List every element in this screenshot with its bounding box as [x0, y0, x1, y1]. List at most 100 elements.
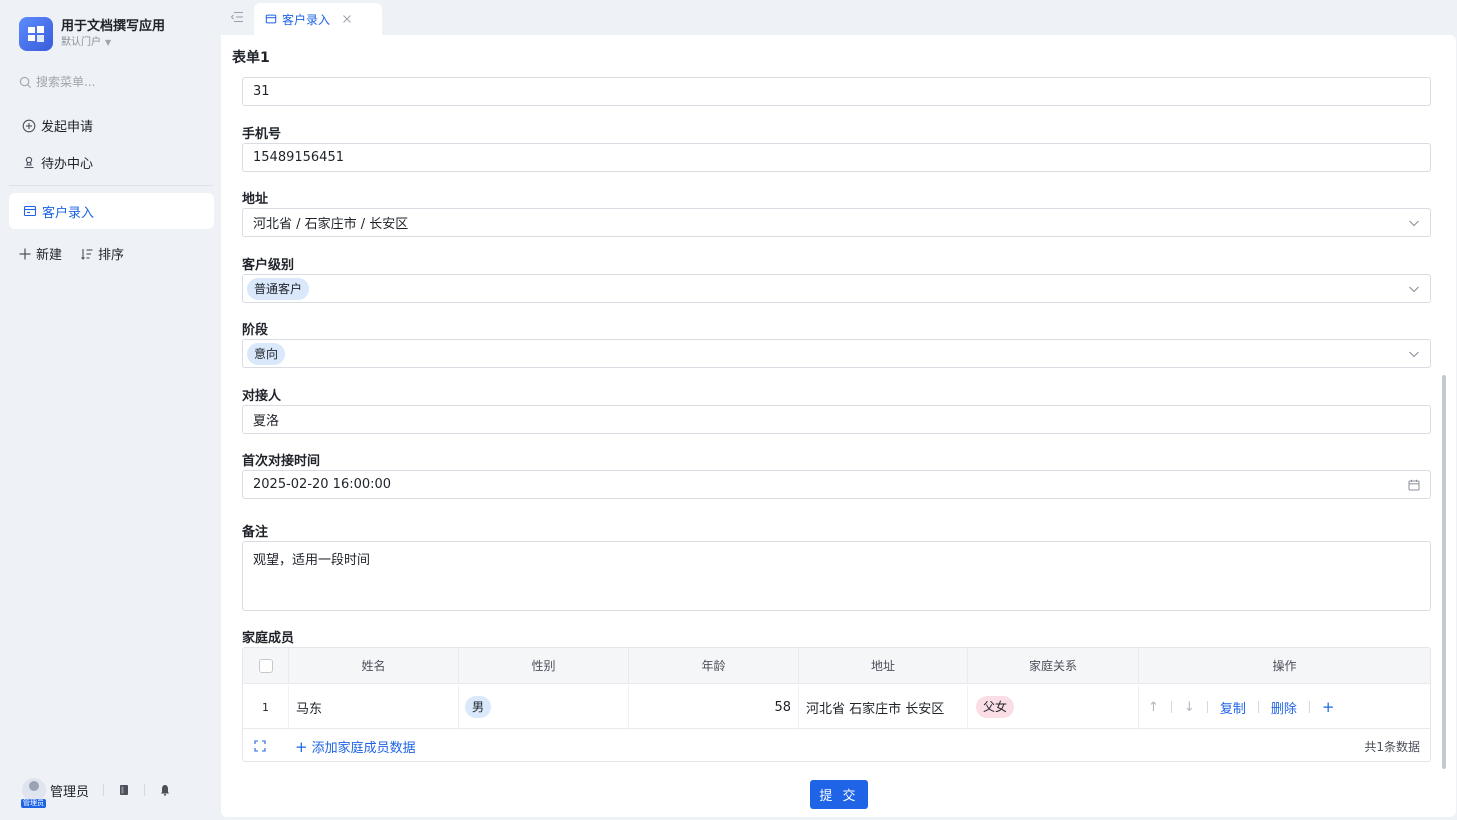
sidebar-item-customer-entry[interactable]: 客户录入 [9, 193, 214, 229]
age-input[interactable]: 31 [242, 77, 1431, 106]
divider [1206, 701, 1208, 713]
divider [1308, 701, 1310, 713]
row-count: 共1条数据 [1364, 740, 1420, 754]
form-title: 表单1 [232, 50, 270, 66]
remark-label: 备注 [242, 525, 269, 540]
sidebar-item-label: 待办中心 [41, 157, 94, 172]
app-header: 用于文档撰写应用 默认门户 ▼ [19, 17, 165, 51]
app-title: 用于文档撰写应用 [61, 19, 166, 34]
chevron-down-icon [1409, 220, 1419, 227]
first-time-picker[interactable]: 2025-02-20 16:00:00 [242, 470, 1431, 499]
sidebar: 用于文档撰写应用 默认门户 ▼ 发起申请 待办中心 客户录入 新建 排序 [0, 0, 221, 820]
move-up-icon[interactable]: ↑ [1148, 700, 1159, 715]
chevron-down-icon [1409, 351, 1419, 358]
sidebar-item-label: 客户录入 [42, 205, 95, 221]
level-label: 客户级别 [242, 258, 295, 273]
user-name[interactable]: 管理员 [50, 781, 89, 800]
ops-cell: ↑ ↓ 复制 删除 + [1139, 685, 1430, 729]
user-icon [29, 781, 39, 791]
close-icon[interactable] [342, 14, 352, 24]
age-cell[interactable]: 58 [629, 685, 799, 729]
fullscreen-icon[interactable] [254, 740, 266, 752]
column-header: 地址 [799, 648, 968, 684]
relation-chip: 父女 [976, 696, 1015, 718]
select-all-checkbox[interactable] [258, 659, 273, 673]
tab-bar: 客户录入 [221, 0, 1457, 35]
tab-customer-entry[interactable]: 客户录入 [254, 3, 382, 35]
gender-cell[interactable]: 男 [459, 685, 629, 729]
insert-row-plus-icon[interactable]: + [1322, 698, 1335, 716]
address-cell[interactable]: 河北省 石家庄市 长安区 [799, 685, 968, 729]
column-header: 性别 [459, 648, 629, 684]
menu-search[interactable] [19, 72, 209, 92]
stage-label: 阶段 [242, 323, 269, 338]
level-select[interactable]: 普通客户 [242, 274, 1431, 303]
sort-button[interactable]: 排序 [80, 244, 124, 263]
delete-row-button[interactable]: 删除 [1271, 698, 1297, 717]
column-header: 姓名 [289, 648, 459, 684]
avatar-tag: 管理员 [21, 799, 46, 808]
form-icon [265, 14, 277, 24]
avatar[interactable]: 管理员 [21, 778, 46, 808]
add-family-member-button[interactable]: + 添加家庭成员数据 [295, 737, 416, 757]
sidebar-item-label: 发起申请 [41, 120, 94, 135]
stamp-icon [24, 156, 34, 168]
divider [103, 784, 105, 796]
contact-input[interactable]: 夏洛 [242, 405, 1431, 434]
remark-textarea[interactable]: 观望，适用一段时间 [242, 541, 1431, 611]
level-chip: 普通客户 [247, 277, 310, 300]
column-header: 年龄 [629, 648, 799, 684]
collapse-sidebar-icon[interactable] [230, 11, 244, 23]
stage-chip: 意向 [247, 342, 286, 365]
portal-switcher[interactable]: 默认门户 ▼ [61, 36, 165, 50]
plus-icon: + [295, 737, 308, 756]
sidebar-item-todo[interactable]: 待办中心 [22, 153, 93, 172]
name-cell[interactable]: 马东 [289, 685, 459, 729]
add-row-label: 添加家庭成员数据 [311, 741, 416, 756]
portal-label: 默认门户 [61, 37, 101, 48]
column-header: 操作 [1272, 659, 1297, 673]
book-icon[interactable] [118, 784, 130, 796]
new-button[interactable]: 新建 [18, 244, 62, 263]
row-index: 1 [243, 685, 289, 729]
phone-input[interactable]: 15489156451 [242, 143, 1431, 172]
sidebar-footer: 管理员 管理员 [21, 778, 171, 808]
bell-icon[interactable] [159, 784, 171, 796]
divider [1170, 701, 1172, 713]
chevron-down-icon: ▼ [105, 38, 112, 47]
form-panel: 表单1 31 手机号 15489156451 地址 河北省 / 石家庄市 / 长… [221, 35, 1456, 817]
copy-row-button[interactable]: 复制 [1220, 698, 1246, 717]
sidebar-actions: 新建 排序 [18, 244, 142, 263]
tab-label: 客户录入 [282, 12, 331, 27]
table-row: 1 马东 男 58 河北省 石家庄市 长安区 父女 ↑ ↓ 复制 删除 + [243, 685, 1430, 729]
submit-button[interactable]: 提 交 [810, 780, 868, 809]
phone-label: 手机号 [242, 127, 282, 142]
app-logo-icon [19, 17, 53, 51]
chevron-down-icon [1409, 286, 1419, 293]
address-value: 河北省 / 石家庄市 / 长安区 [253, 217, 409, 232]
address-label: 地址 [242, 192, 269, 207]
family-table: 姓名 性别 年龄 地址 家庭关系 操作 1 马东 男 58 河北省 石家庄市 长… [242, 647, 1431, 762]
sidebar-item-apply[interactable]: 发起申请 [22, 116, 93, 135]
relation-cell[interactable]: 父女 [968, 685, 1139, 729]
divider [144, 784, 146, 796]
gender-chip: 男 [465, 696, 492, 718]
sort-label: 排序 [98, 248, 125, 263]
stage-select[interactable]: 意向 [242, 339, 1431, 368]
table-header: 姓名 性别 年龄 地址 家庭关系 操作 [243, 648, 1430, 684]
divider [9, 185, 213, 186]
contact-label: 对接人 [242, 389, 282, 404]
plus-icon [19, 248, 31, 259]
first-time-value: 2025-02-20 16:00:00 [253, 477, 392, 492]
first-time-label: 首次对接时间 [242, 454, 321, 469]
divider [1257, 701, 1259, 713]
form-icon [23, 205, 37, 217]
calendar-icon [1408, 479, 1420, 491]
address-select[interactable]: 河北省 / 石家庄市 / 长安区 [242, 208, 1431, 237]
menu-search-input[interactable] [36, 75, 196, 89]
sort-icon [81, 248, 93, 260]
new-label: 新建 [36, 248, 63, 263]
family-label: 家庭成员 [242, 631, 295, 646]
move-down-icon[interactable]: ↓ [1184, 700, 1195, 715]
scrollbar[interactable] [1442, 375, 1446, 769]
